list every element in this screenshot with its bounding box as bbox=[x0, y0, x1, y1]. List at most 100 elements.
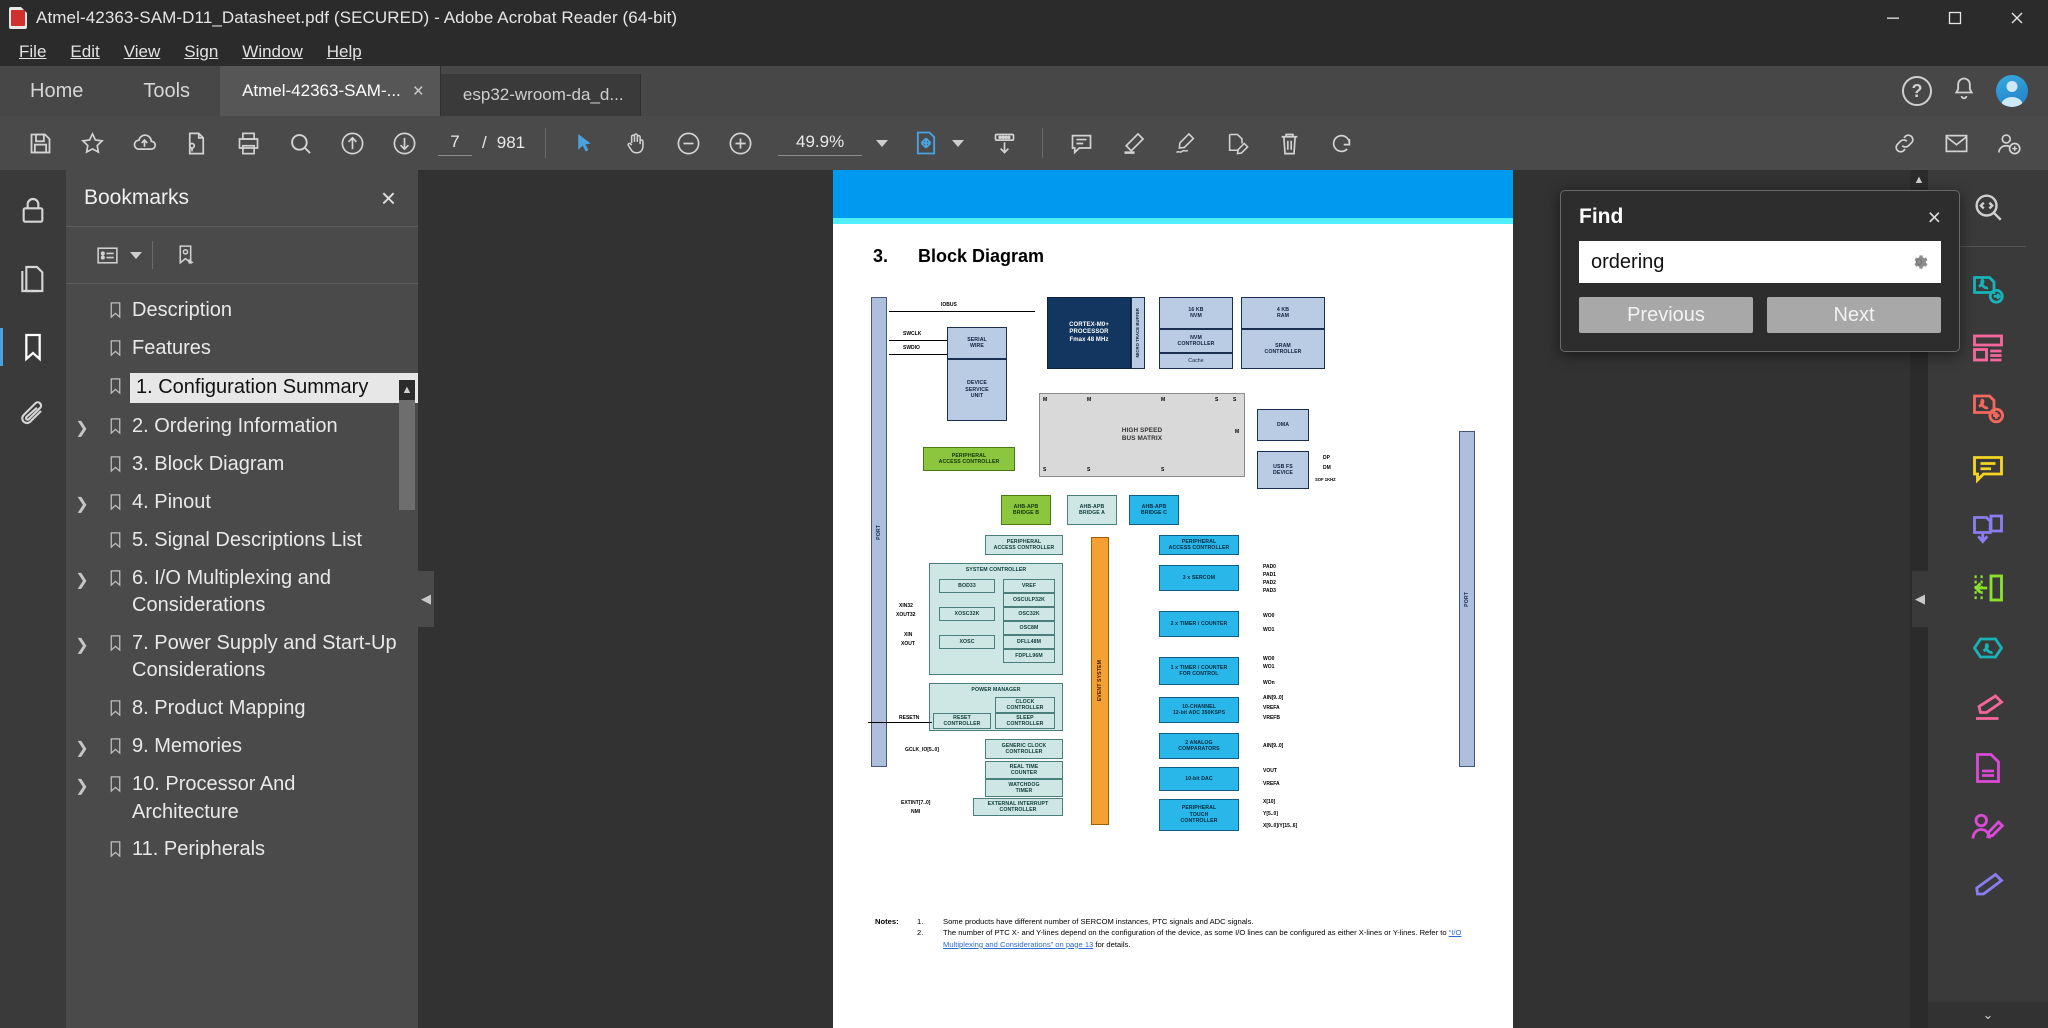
minimize-button[interactable] bbox=[1862, 0, 1924, 36]
bookmark-item[interactable]: 8. Product Mapping bbox=[66, 690, 418, 728]
expand-chevron-icon[interactable]: ❯ bbox=[66, 771, 98, 796]
edit-pdf-icon[interactable] bbox=[1211, 121, 1263, 165]
help-icon[interactable]: ? bbox=[1902, 76, 1932, 106]
page-down-icon[interactable] bbox=[378, 121, 430, 165]
scrollbar-thumb[interactable] bbox=[399, 400, 415, 510]
share-link-icon[interactable] bbox=[1878, 121, 1930, 165]
bookmark-label: Features bbox=[132, 337, 211, 359]
collapse-bookmarks-handle[interactable]: ◀ bbox=[418, 571, 434, 627]
compress-pdf-icon[interactable] bbox=[1965, 565, 2011, 611]
bookmarks-scrollbar[interactable]: ▲ bbox=[399, 380, 415, 1028]
find-dialog-buttons: Previous Next bbox=[1579, 297, 1941, 333]
download-icon[interactable] bbox=[978, 121, 1030, 165]
email-icon[interactable] bbox=[1930, 121, 1982, 165]
sidebar-item-bookmarks[interactable] bbox=[0, 326, 54, 368]
stamp-icon[interactable] bbox=[1965, 865, 2011, 911]
tab-esp32-datasheet[interactable]: esp32-wroom-da_d... bbox=[440, 74, 641, 116]
page-number-input[interactable]: 7 bbox=[438, 130, 472, 156]
bookmark-item[interactable]: ❯ 7. Power Supply and Start-Up Considera… bbox=[66, 625, 418, 690]
menu-window[interactable]: Window bbox=[231, 40, 313, 63]
combine-files-icon[interactable] bbox=[1965, 505, 2011, 551]
find-input-wrapper[interactable] bbox=[1579, 241, 1941, 283]
user-avatar[interactable] bbox=[1996, 75, 2028, 107]
comment-icon[interactable] bbox=[1965, 445, 2011, 491]
menu-file[interactable]: File bbox=[8, 40, 57, 63]
star-icon[interactable] bbox=[66, 121, 118, 165]
save-icon[interactable] bbox=[14, 121, 66, 165]
cloud-upload-icon[interactable] bbox=[118, 121, 170, 165]
bookmark-item-selected[interactable]: 1. Configuration Summary bbox=[66, 368, 418, 408]
person-add-icon[interactable] bbox=[1982, 121, 2034, 165]
rotate-icon[interactable] bbox=[1315, 121, 1367, 165]
menu-edit[interactable]: Edit bbox=[59, 40, 110, 63]
rightrail-collapse-button[interactable]: ⌄ bbox=[1928, 1002, 2048, 1028]
bookmark-item[interactable]: ❯ 4. Pinout bbox=[66, 484, 418, 522]
bookmarks-list[interactable]: Description Features 1. Configuration Su… bbox=[66, 284, 418, 1028]
bookmark-item[interactable]: ❯ 9. Memories bbox=[66, 728, 418, 766]
sign-icon[interactable] bbox=[1159, 121, 1211, 165]
comment-icon[interactable] bbox=[1055, 121, 1107, 165]
new-bookmark-icon[interactable] bbox=[163, 235, 209, 275]
protect-pdf-icon[interactable] bbox=[1965, 625, 2011, 671]
gear-icon[interactable] bbox=[1909, 252, 1929, 272]
fill-sign-icon[interactable] bbox=[1965, 685, 2011, 731]
zoom-out-icon[interactable] bbox=[662, 121, 714, 165]
search-compare-icon[interactable] bbox=[1965, 184, 2011, 230]
collapse-right-pane-handle[interactable]: ◀ bbox=[1912, 571, 1928, 627]
zoom-in-icon[interactable] bbox=[714, 121, 766, 165]
expand-chevron-icon[interactable]: ❯ bbox=[66, 489, 98, 514]
expand-chevron-icon[interactable]: ❯ bbox=[66, 565, 98, 590]
bookmark-item[interactable]: Features bbox=[66, 330, 418, 368]
find-close-icon[interactable]: × bbox=[1928, 205, 1941, 229]
page-thumbnails-icon[interactable] bbox=[12, 258, 54, 300]
home-button[interactable]: Home bbox=[0, 66, 114, 116]
tab-atmel-datasheet[interactable]: Atmel-42363-SAM-... × bbox=[220, 66, 441, 116]
attachments-icon[interactable] bbox=[12, 394, 54, 436]
export-pdf-icon[interactable] bbox=[1965, 265, 2011, 311]
close-button[interactable] bbox=[1986, 0, 2048, 36]
bookmark-item[interactable]: 5. Signal Descriptions List bbox=[66, 522, 418, 560]
delete-page-icon[interactable] bbox=[1263, 121, 1315, 165]
security-lock-icon[interactable] bbox=[12, 190, 54, 232]
print-icon[interactable] bbox=[222, 121, 274, 165]
menu-help[interactable]: Help bbox=[316, 40, 373, 63]
bookmarks-close-icon[interactable]: × bbox=[381, 185, 396, 211]
find-next-button[interactable]: Next bbox=[1767, 297, 1941, 333]
secure-file-icon[interactable] bbox=[170, 121, 222, 165]
scroll-up-icon[interactable]: ▲ bbox=[1910, 170, 1928, 190]
bookmark-item[interactable]: Description bbox=[66, 292, 418, 330]
bookmark-item[interactable]: 11. Peripherals bbox=[66, 831, 418, 869]
page-up-icon[interactable] bbox=[326, 121, 378, 165]
bookmark-item[interactable]: ❯ 10. Processor And Architecture bbox=[66, 766, 418, 831]
tab-close-icon[interactable]: × bbox=[413, 82, 424, 101]
zoom-dropdown-caret-icon[interactable] bbox=[876, 139, 889, 147]
bookmark-item[interactable]: ❯ 2. Ordering Information bbox=[66, 408, 418, 446]
find-previous-button[interactable]: Previous bbox=[1579, 297, 1753, 333]
highlight-icon[interactable] bbox=[1107, 121, 1159, 165]
expand-chevron-icon[interactable]: ❯ bbox=[66, 630, 98, 655]
notification-bell-icon[interactable] bbox=[1950, 75, 1978, 108]
bookmark-options-caret-icon[interactable] bbox=[130, 251, 142, 259]
tools-button[interactable]: Tools bbox=[113, 66, 221, 116]
create-pdf-icon[interactable] bbox=[1965, 385, 2011, 431]
bookmark-item[interactable]: ❯ 6. I/O Multiplexing and Considerations bbox=[66, 560, 418, 625]
search-icon[interactable] bbox=[274, 121, 326, 165]
maximize-button[interactable] bbox=[1924, 0, 1986, 36]
menu-sign[interactable]: Sign bbox=[173, 40, 229, 63]
request-signatures-icon[interactable] bbox=[1965, 805, 2011, 851]
expand-chevron-icon[interactable]: ❯ bbox=[66, 733, 98, 758]
find-input[interactable] bbox=[1591, 250, 1909, 274]
select-tool-icon[interactable] bbox=[558, 121, 610, 165]
menu-view[interactable]: View bbox=[113, 40, 172, 63]
block-label: AHB-APB BRIDGE B bbox=[1012, 503, 1040, 517]
expand-chevron-icon[interactable]: ❯ bbox=[66, 413, 98, 438]
fit-page-dropdown-caret-icon[interactable] bbox=[952, 139, 965, 147]
hand-tool-icon[interactable] bbox=[610, 121, 662, 165]
organize-pages-icon[interactable] bbox=[1965, 325, 2011, 371]
bookmark-item[interactable]: 3. Block Diagram bbox=[66, 446, 418, 484]
fit-page-icon[interactable] bbox=[900, 121, 952, 165]
bookmark-options-icon[interactable] bbox=[84, 235, 130, 275]
zoom-level-value[interactable]: 49.9% bbox=[778, 130, 863, 156]
scroll-up-icon[interactable]: ▲ bbox=[399, 380, 415, 400]
edit-pdf-icon[interactable] bbox=[1965, 745, 2011, 791]
